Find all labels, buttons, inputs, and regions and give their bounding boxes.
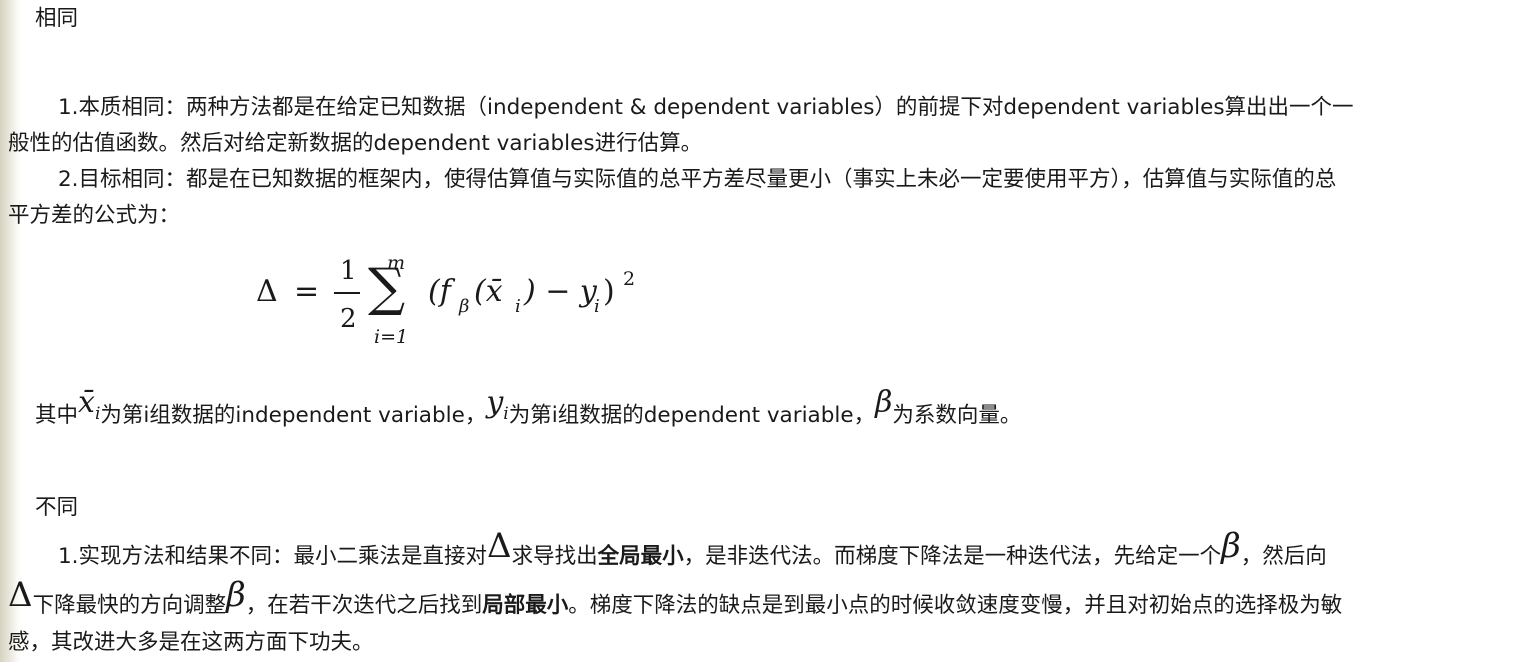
- diff-text-f: ，在若干次迭代之后找到: [245, 593, 483, 618]
- formula-frac-bar: [334, 292, 360, 294]
- global-minimum-bold: 全局最小: [597, 544, 684, 569]
- local-minimum-bold: 局部最小: [482, 593, 569, 618]
- squared-error-formula: Δ = 1 2 m ∑ i=1 (f β (x̄ i ) − y i ) 2: [256, 252, 676, 352]
- formula-sum-lower: i=1: [374, 326, 409, 348]
- formula-frac-num: 1: [340, 256, 357, 286]
- diff-point-1-cont: Δ下降最快的方向调整β，在若干次迭代之后找到局部最小。梯度下降法的缺点是到最小点…: [8, 578, 1343, 621]
- heading-different: 不同: [35, 495, 79, 520]
- diff-text-e: 下降最快的方向调整: [32, 593, 227, 618]
- y-symbol: yi: [486, 385, 509, 425]
- where-prefix: 其中: [35, 403, 79, 428]
- formula-f: (f: [428, 274, 451, 309]
- diff-text-c: ，是非迭代法。而梯度下降法是一种迭代法，先给定一个: [683, 544, 1222, 569]
- same-point-1: 1.本质相同：两种方法都是在给定已知数据（independent & depen…: [58, 95, 1354, 120]
- formula-minus-y: ) − y: [524, 274, 597, 309]
- formula-sub-i1: i: [515, 296, 521, 317]
- diff-text-g: 。梯度下降法的缺点是到最小点的时候收敛速度变慢，并且对初始点的选择极为敏: [568, 593, 1343, 618]
- formula-sum: ∑: [368, 258, 406, 318]
- diff-text-d: ，然后向: [1240, 544, 1327, 569]
- same-point-2-cont: 平方差的公式为：: [8, 203, 181, 228]
- x-bar-symbol: x̄i: [78, 385, 101, 425]
- formula-sub-i2: i: [594, 296, 600, 317]
- diff-text-b: 求导找出: [511, 544, 598, 569]
- formula-exp: 2: [623, 268, 636, 290]
- formula-equals: =: [294, 274, 320, 309]
- y-description: 为第i组数据的dependent variable，: [508, 403, 876, 428]
- diff-point-1: 1.实现方法和结果不同：最小二乘法是直接对Δ求导找出全局最小，是非迭代法。而梯度…: [58, 529, 1327, 572]
- formula-close: ): [603, 274, 615, 309]
- beta-symbol-1: β: [1221, 526, 1241, 566]
- same-point-1-cont: 般性的估值函数。然后对给定新数据的dependent variables进行估算…: [8, 131, 703, 156]
- left-margin-shade: [0, 0, 22, 662]
- diff-text-a: 1.实现方法和结果不同：最小二乘法是直接对: [58, 544, 488, 569]
- beta-description: 为系数向量。: [892, 403, 1022, 428]
- x-description: 为第i组数据的independent variable，: [100, 403, 487, 428]
- formula-delta: Δ: [256, 274, 278, 309]
- same-point-2: 2.目标相同：都是在已知数据的框架内，使得估算值与实际值的总平方差尽量更小（事实…: [58, 167, 1337, 192]
- beta-symbol-2: β: [226, 575, 246, 615]
- formula-frac-den: 2: [340, 304, 357, 334]
- formula-sub-beta: β: [459, 296, 470, 317]
- variable-definitions: 其中x̄i为第i组数据的independent variable，yi为第i组数…: [35, 388, 1022, 434]
- delta-symbol-1: Δ: [487, 526, 512, 566]
- diff-point-1-cont-2: 感，其改进大多是在这两方面下功夫。: [8, 630, 374, 655]
- delta-symbol-2: Δ: [8, 575, 33, 615]
- heading-same: 相同: [35, 6, 79, 31]
- formula-x-bar: (x̄: [474, 274, 503, 309]
- beta-symbol: β: [875, 385, 893, 420]
